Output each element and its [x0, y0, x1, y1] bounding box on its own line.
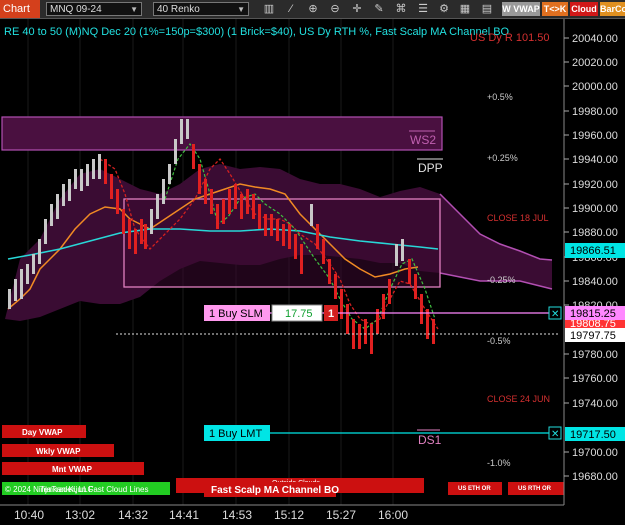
- grid-icon[interactable]: ▦: [458, 1, 472, 17]
- time-tick: 16:00: [378, 508, 408, 522]
- price-tag-text: 19866.51: [570, 245, 616, 257]
- price-tick: 20000.00: [572, 81, 618, 93]
- chart-window-title: Chart: [0, 0, 40, 18]
- close-label: CLOSE 18 JUL: [487, 213, 549, 223]
- indicator-label: Fast Scalp MA Channel BO: [211, 485, 339, 496]
- zoom-in-icon[interactable]: ⊕: [306, 1, 320, 17]
- pencil-icon[interactable]: ✎: [372, 1, 386, 17]
- price-tick: 19900.00: [572, 203, 618, 215]
- instrument-value: MNQ 09-24: [50, 4, 102, 15]
- price-tick: 19700.00: [572, 447, 618, 459]
- indicator-label: Tenkan-Kijun Fast Cloud Lines: [40, 485, 149, 494]
- price-tick: 19760.00: [572, 373, 618, 385]
- time-tick: 14:53: [222, 508, 252, 522]
- cloud-button[interactable]: Cloud: [570, 2, 598, 16]
- price-tick: 19840.00: [572, 276, 618, 288]
- ws2-label: WS2: [410, 133, 436, 147]
- bar-type-selector[interactable]: 40 Renko ▼: [153, 2, 249, 16]
- buy-lmt-label: 1 Buy LMT: [209, 428, 262, 440]
- price-chart[interactable]: RE 40 to 50 (M)NQ Dec 20 (1%=150p=$300) …: [0, 19, 625, 525]
- tk-button[interactable]: T<>K: [542, 2, 568, 16]
- price-tick: 20020.00: [572, 57, 618, 69]
- templates-icon[interactable]: ▤: [480, 1, 494, 17]
- price-tick: 19940.00: [572, 154, 618, 166]
- close-icon: ✕: [551, 309, 559, 320]
- time-tick: 15:27: [326, 508, 356, 522]
- time-tick: 14:41: [169, 508, 199, 522]
- price-tick: 19680.00: [572, 471, 618, 483]
- indicator-label: US ETH OR: [458, 486, 491, 492]
- zoom-out-icon[interactable]: ⊖: [328, 1, 342, 17]
- time-tick: 13:02: [65, 508, 95, 522]
- strategy-icon[interactable]: ⌘: [394, 1, 408, 17]
- price-tick: 19960.00: [572, 130, 618, 142]
- barcolor-button[interactable]: BarCo: [600, 2, 625, 16]
- price-tick: 19780.00: [572, 349, 618, 361]
- indicators-icon[interactable]: ⚙: [437, 1, 451, 17]
- crosshair-icon[interactable]: ✛: [350, 1, 364, 17]
- properties-icon[interactable]: ☰: [416, 1, 430, 17]
- time-tick: 15:12: [274, 508, 304, 522]
- price-tag-text: 19815.25: [570, 308, 616, 320]
- chart-toolbar: Chart MNQ 09-24 ▼ 40 Renko ▼ ▥ ⁄ ⊕ ⊖ ✛ ✎…: [0, 0, 625, 19]
- price-tick: 19740.00: [572, 398, 618, 410]
- price-tick: 19880.00: [572, 227, 618, 239]
- close-label: CLOSE 24 JUN: [487, 394, 550, 404]
- time-tick: 10:40: [14, 508, 44, 522]
- bar-chart-icon[interactable]: ▥: [262, 1, 276, 17]
- indicator-label: Mnt VWAP: [52, 465, 93, 474]
- bar-type-value: 40 Renko: [157, 4, 200, 15]
- price-tick: 19980.00: [572, 106, 618, 118]
- indicator-label: Day VWAP: [22, 428, 63, 437]
- price-tick: 20040.00: [572, 33, 618, 45]
- indicator-label: US RTH OR: [518, 486, 552, 492]
- percent-label: +0.5%: [487, 92, 513, 102]
- drawing-tool-icon[interactable]: ⁄: [284, 1, 298, 17]
- w-vwap-button[interactable]: W VWAP: [502, 2, 540, 16]
- time-tick: 14:32: [118, 508, 148, 522]
- buy-slm-value: 17.75: [285, 308, 313, 320]
- percent-label: -0.25%: [487, 275, 516, 285]
- percent-label: +0.25%: [487, 153, 518, 163]
- us-dy-rth-value: US Dy R 101.50: [470, 32, 549, 44]
- chevron-down-icon: ▼: [237, 5, 245, 14]
- price-tick: 19920.00: [572, 179, 618, 191]
- order-qty: 1: [328, 308, 334, 320]
- ws2-zone: [1, 116, 443, 151]
- instrument-selector[interactable]: MNQ 09-24 ▼: [46, 2, 142, 16]
- percent-label: -0.5%: [487, 336, 511, 346]
- chevron-down-icon: ▼: [130, 5, 138, 14]
- price-tag-text: 19717.50: [570, 429, 616, 441]
- close-icon: ✕: [551, 429, 559, 440]
- chart-header-text: RE 40 to 50 (M)NQ Dec 20 (1%=150p=$300) …: [4, 26, 510, 38]
- indicator-label: Wkly VWAP: [36, 447, 81, 456]
- price-tag-text: 19797.75: [570, 330, 616, 342]
- percent-label: -1.0%: [487, 458, 511, 468]
- buy-slm-label: 1 Buy SLM: [209, 308, 263, 320]
- ds1-label: DS1: [418, 433, 442, 447]
- dpp-label: DPP: [418, 161, 443, 175]
